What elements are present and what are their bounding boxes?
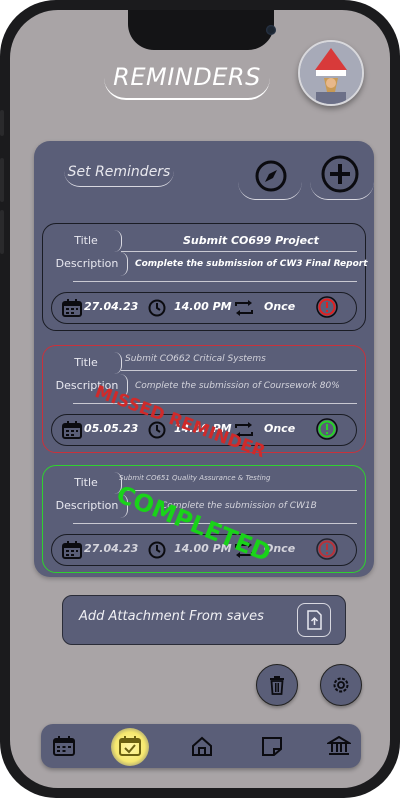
title-label: Title — [51, 230, 122, 252]
alert-icon[interactable] — [316, 296, 338, 318]
divider — [73, 523, 357, 524]
file-upload-icon — [307, 610, 322, 630]
compass-button[interactable] — [238, 155, 302, 200]
upload-file-button[interactable] — [297, 603, 331, 637]
repeat-icon — [235, 300, 253, 316]
divider — [121, 251, 357, 252]
reminder-meta-row: 05.05.23 14.00 PM Once — [51, 414, 357, 446]
add-reminder-button[interactable] — [310, 151, 374, 200]
compass-icon — [255, 160, 287, 192]
reminder-repeat: Once — [264, 300, 296, 313]
bank-icon[interactable] — [327, 736, 351, 756]
mute-switch — [0, 110, 4, 136]
reminder-title: Submit CO662 Critical Systems — [125, 354, 266, 364]
reminder-meta-row: 27.04.23 14.00 PM Once — [51, 292, 357, 324]
calendar-icon — [62, 541, 82, 559]
divider — [121, 490, 357, 491]
reminder-time: 14.00 PM — [174, 422, 232, 435]
add-attachment-label: Add Attachment From saves — [79, 609, 264, 624]
settings-button[interactable] — [320, 664, 362, 706]
page-title: REMINDERS — [104, 60, 270, 100]
reminder-description: Complete the submission of CW3 Final Rep… — [135, 259, 368, 269]
repeat-icon — [235, 542, 253, 558]
gear-icon — [333, 677, 349, 693]
reminder-description: Complete the submission of Coursework 80… — [135, 381, 340, 391]
clock-icon — [148, 421, 166, 439]
camera-icon — [266, 25, 276, 35]
reminder-title: Submit CO651 Quality Assurance & Testing — [119, 474, 271, 482]
reminder-date: 05.05.23 — [84, 422, 139, 435]
reminder-card[interactable]: Title Submit CO699 Project Description C… — [42, 223, 368, 331]
reminder-time: 14.00 PM — [174, 300, 232, 313]
divider — [73, 403, 357, 404]
reminder-card-completed[interactable]: Title Submit CO651 Quality Assurance & T… — [42, 465, 366, 573]
app-screen: REMINDERS Set Reminders Title Submit CO6… — [10, 10, 390, 788]
add-attachment-bar[interactable]: Add Attachment From saves — [62, 595, 346, 645]
clock-icon — [148, 541, 166, 559]
reminder-time: 14.00 PM — [174, 542, 232, 555]
divider — [73, 281, 357, 282]
reminder-card-missed[interactable]: Title Submit CO662 Critical Systems Desc… — [42, 345, 366, 462]
phone-frame: REMINDERS Set Reminders Title Submit CO6… — [0, 0, 400, 798]
divider — [121, 370, 357, 371]
alert-icon[interactable] — [316, 418, 338, 440]
plus-icon — [321, 155, 359, 193]
bottom-nav — [41, 724, 361, 768]
avatar[interactable] — [298, 40, 364, 106]
reminder-repeat: Once — [264, 542, 296, 555]
calendar-icon[interactable] — [53, 736, 75, 756]
reminder-title: Submit CO699 Project — [183, 234, 319, 247]
notch — [128, 10, 276, 50]
reminders-panel: Set Reminders Title Submit CO699 Project — [34, 141, 374, 577]
title-label: Title — [51, 352, 122, 374]
description-label: Description — [47, 252, 128, 276]
reminder-repeat: Once — [264, 422, 296, 435]
description-label: Description — [47, 494, 128, 518]
reminder-description: Complete the submission of CW1B — [161, 501, 317, 511]
calendar-icon — [62, 299, 82, 317]
calendar-icon — [62, 421, 82, 439]
volume-up-button — [0, 158, 4, 202]
set-reminders-label: Set Reminders — [64, 158, 174, 187]
calendar-check-icon[interactable] — [119, 736, 141, 756]
delete-button[interactable] — [256, 664, 298, 706]
note-icon[interactable] — [261, 736, 283, 756]
reminder-meta-row: 27.04.23 14.00 PM Once — [51, 534, 357, 566]
reminder-date: 27.04.23 — [84, 542, 139, 555]
volume-down-button — [0, 210, 4, 254]
title-label: Title — [51, 472, 122, 494]
description-label: Description — [47, 374, 128, 398]
reminder-date: 27.04.23 — [84, 300, 139, 313]
repeat-icon — [235, 422, 253, 438]
trash-icon — [270, 676, 284, 695]
clock-icon — [148, 299, 166, 317]
alert-icon[interactable] — [316, 538, 338, 560]
home-icon[interactable] — [191, 736, 213, 756]
